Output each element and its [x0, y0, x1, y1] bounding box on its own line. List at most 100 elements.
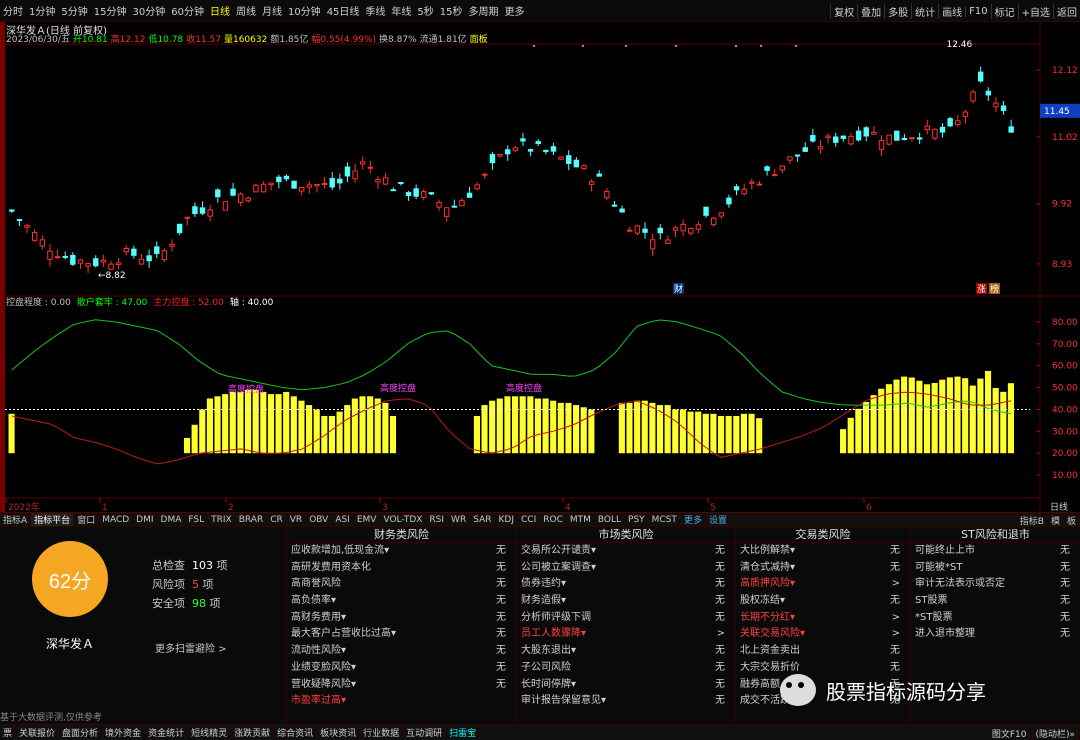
- indicator-tab-right[interactable]: 板: [1064, 513, 1080, 526]
- candle-body: [436, 202, 442, 208]
- bottom-tab-right[interactable]: (隐动栏)»: [1031, 726, 1080, 740]
- risk-row[interactable]: 流动性风险▾ 无: [287, 643, 516, 660]
- bottom-tab[interactable]: 资金统计: [145, 726, 189, 739]
- event-tag[interactable]: 榜: [990, 283, 999, 295]
- indicator-tab[interactable]: SAR: [470, 514, 496, 525]
- candle-body: [718, 212, 724, 217]
- bottom-tab[interactable]: 板块资讯: [317, 726, 361, 739]
- indicator-tab[interactable]: FSL: [185, 514, 209, 525]
- risk-row[interactable]: 业绩变脸风险▾ 无: [287, 660, 516, 677]
- risk-row[interactable]: 长期不分红▾ >: [736, 610, 910, 627]
- risk-row[interactable]: 市盈率过高▾: [287, 693, 516, 710]
- indicator-tab[interactable]: BRAR: [236, 514, 268, 525]
- risk-row[interactable]: 审计报告保留意见▾ 无: [517, 693, 735, 710]
- risk-row[interactable]: 大股东退出▾ 无: [517, 643, 735, 660]
- app-window: { "toolbar": { "periods": ["分时","1分钟","5…: [0, 0, 1080, 740]
- risk-row[interactable]: 高商誉风险 无: [287, 576, 516, 593]
- indicator-tab[interactable]: MTM: [567, 514, 595, 525]
- indicator-tab[interactable]: 更多: [681, 513, 706, 526]
- indicator-tab[interactable]: PSY: [625, 514, 649, 525]
- bottom-tab[interactable]: 涨跌贡献: [231, 726, 275, 739]
- candle-body: [428, 192, 435, 195]
- risk-row[interactable]: 高财务费用▾ 无: [287, 610, 516, 627]
- indicator-tab[interactable]: VOL-TDX: [380, 514, 427, 525]
- risk-row[interactable]: 高研发费用资本化 无: [287, 560, 516, 577]
- risk-row[interactable]: 子公司风险 无: [517, 660, 735, 677]
- indicator-axis-label: 70.00: [1052, 340, 1078, 350]
- risk-row[interactable]: 长时间停牌▾ 无: [517, 677, 735, 694]
- indicator-tab[interactable]: DMA: [158, 514, 186, 525]
- indicator-tab[interactable]: 窗口: [74, 513, 100, 526]
- event-tag[interactable]: 财: [674, 283, 683, 295]
- risk-row-name: 交易所公开谴责▾: [521, 545, 597, 556]
- risk-row-name: 长时间停牌▾: [521, 678, 577, 690]
- bottom-tab-right[interactable]: 图文F10: [988, 726, 1032, 740]
- risk-row[interactable]: 债券违约▾ 无: [517, 576, 735, 593]
- risk-row[interactable]: 股权冻结▾ 无: [736, 593, 910, 610]
- indicator-tab[interactable]: RSI: [426, 514, 449, 525]
- risk-row[interactable]: 可能被*ST 无: [911, 560, 1080, 577]
- indicator-tab[interactable]: ASI: [332, 514, 354, 525]
- indicator-tab[interactable]: DMI: [133, 514, 158, 525]
- indicator-tab[interactable]: 指标平台: [31, 513, 75, 526]
- risk-row[interactable]: 交易所公开谴责▾ 无: [517, 543, 735, 560]
- bottom-tab[interactable]: 短线精灵: [188, 726, 232, 739]
- risk-row-name: 营收疑降风险▾: [291, 678, 357, 690]
- risk-row[interactable]: 清仓式减持▾ 无: [736, 560, 910, 577]
- indicator-tab[interactable]: MACD: [99, 514, 134, 525]
- bottom-tab[interactable]: 关联报价: [16, 726, 60, 739]
- risk-row[interactable]: 财务造假▾ 无: [517, 593, 735, 610]
- indicator-tab[interactable]: MCST: [649, 514, 681, 525]
- risk-row[interactable]: 高质押风险▾ >: [736, 576, 910, 593]
- bottom-tab[interactable]: 票: [0, 726, 17, 739]
- risk-row[interactable]: ST股票 无: [911, 593, 1080, 610]
- risk-row[interactable]: 最大客户占营收比过高▾ 无: [287, 626, 516, 643]
- risk-row[interactable]: 大比例解禁▾ 无: [736, 543, 910, 560]
- candle-body: [245, 197, 252, 202]
- risk-row[interactable]: 审计无法表示或否定 无: [911, 576, 1080, 593]
- candle-body: [939, 126, 946, 133]
- kline-chart[interactable]: 12.12 11.02 9.92 8.93 11.45 12.46 ←8.82 财 涨榜 80.0…: [0, 0, 1080, 512]
- indicator-tab[interactable]: OBV: [306, 514, 333, 525]
- indicator-tab[interactable]: BOLL: [595, 514, 626, 525]
- control-bar: [344, 405, 351, 454]
- indicator-tab[interactable]: WR: [448, 514, 471, 525]
- indicator-tab[interactable]: VR: [287, 514, 307, 525]
- bottom-tab[interactable]: 境外资金: [102, 726, 146, 739]
- indicator-tab[interactable]: CCI: [518, 514, 541, 525]
- candle-body: [543, 149, 549, 153]
- risk-row[interactable]: 高负债率▾ 无: [287, 593, 516, 610]
- bottom-tab[interactable]: 盘面分析: [59, 726, 103, 739]
- control-bar: [260, 391, 267, 454]
- risk-row[interactable]: 营收疑降风险▾ 无: [287, 677, 516, 694]
- period-indicator[interactable]: 日线: [1050, 501, 1068, 512]
- risk-row[interactable]: 应收款增加,低现金流▾ 无: [287, 543, 516, 560]
- candle-body: [169, 243, 175, 247]
- bottom-tab[interactable]: 综合资讯: [274, 726, 318, 739]
- risk-row[interactable]: 分析师评级下调 无: [517, 610, 735, 627]
- bottom-tab[interactable]: 扫雷宝: [446, 726, 481, 739]
- indicator-tab[interactable]: EMV: [354, 514, 381, 525]
- time-axis-label: 4: [565, 503, 571, 512]
- control-bar: [756, 418, 763, 454]
- indicator-tab-right[interactable]: 模: [1048, 513, 1064, 526]
- bottom-tab[interactable]: 行业数据: [360, 726, 404, 739]
- indicator-tab[interactable]: 指标A: [0, 513, 32, 526]
- risk-row[interactable]: 公司被立案调查▾ 无: [517, 560, 735, 577]
- more-scan-link[interactable]: 更多扫雷避险 >: [155, 640, 227, 655]
- candle-body: [9, 209, 15, 212]
- risk-row[interactable]: 北上资金卖出 无: [736, 643, 910, 660]
- risk-row[interactable]: 员工人数骤降▾ >: [517, 626, 735, 643]
- bottom-tab[interactable]: 互动调研: [403, 726, 447, 739]
- indicator-tab[interactable]: 设置: [706, 513, 731, 526]
- indicator-tab[interactable]: CR: [267, 514, 287, 525]
- risk-row[interactable]: 进入退市整理 无: [911, 626, 1080, 643]
- indicator-tab-right[interactable]: 指标B: [1017, 513, 1048, 526]
- risk-row[interactable]: 可能终止上市 无: [911, 543, 1080, 560]
- indicator-tab[interactable]: TRIX: [208, 514, 236, 525]
- risk-row[interactable]: 关联交易风险▾ >: [736, 626, 910, 643]
- risk-row[interactable]: *ST股票 无: [911, 610, 1080, 627]
- indicator-tab[interactable]: KDJ: [496, 514, 518, 525]
- indicator-tab[interactable]: ROC: [540, 514, 567, 525]
- event-tag[interactable]: 涨: [977, 284, 986, 295]
